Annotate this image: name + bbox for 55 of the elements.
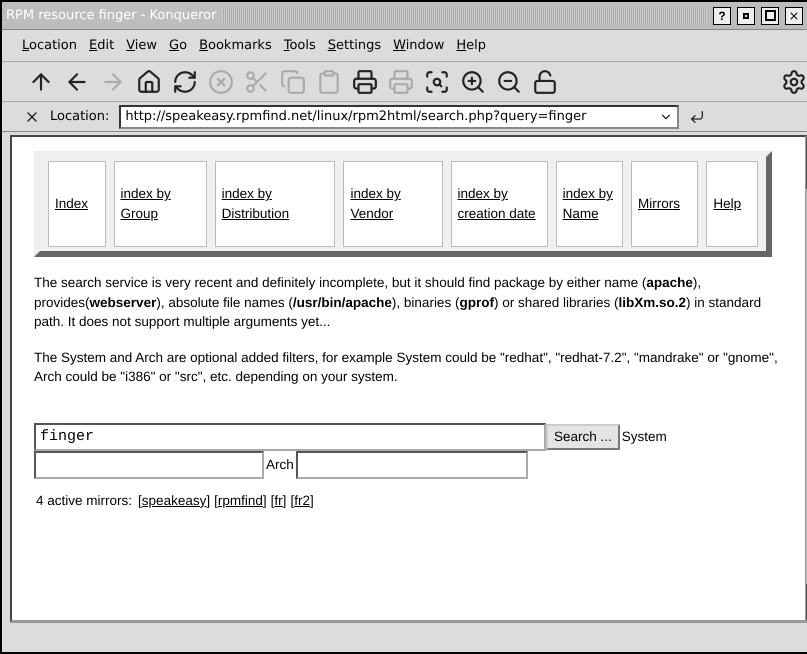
paragraph: The search service is very recent and definitely incomplete, but it should find package by either name (apache), provides(webserver), absolute file names (/usr/bin/apache), binaries (gprof) or shared libraries (libXm.so.2) in standard path. It does not support multiple arguments yet...	[34, 274, 762, 332]
bracket: ]	[282, 492, 286, 508]
mirror-link[interactable]: fr2	[294, 492, 310, 508]
system-field[interactable]	[34, 450, 264, 479]
zoomout-icon[interactable]	[496, 68, 522, 94]
menu-item[interactable]: Go	[169, 38, 188, 53]
url-field[interactable]: http://speakeasy.rpmfind.net/linux/rpm2html/search.php?query=finger	[119, 104, 680, 128]
arch-label: Arch	[265, 457, 295, 472]
search-button[interactable]: Search ...	[546, 424, 620, 450]
bracket: [	[270, 492, 274, 508]
bracket: [	[290, 492, 294, 508]
enter-icon[interactable]	[689, 108, 706, 124]
zoomin-icon[interactable]	[460, 68, 486, 94]
nav-link[interactable]: index by Name	[562, 184, 616, 224]
system-label: System	[620, 429, 668, 444]
help-button[interactable]: ?	[713, 6, 731, 24]
mirror-link[interactable]: speakeasy	[142, 492, 206, 508]
nav-link[interactable]: Help	[713, 194, 742, 214]
gear-icon	[781, 68, 807, 94]
nav-link[interactable]: Mirrors	[638, 194, 680, 214]
menu-item[interactable]: Bookmarks	[199, 38, 272, 53]
maximize-button[interactable]	[761, 6, 779, 24]
paragraph: The System and Arch are optional added filters, for example System could be "redhat", "redhat-7.2", "mandrake" or "gnome", Arch could be "i386" or "src", etc. depending on your system.	[34, 348, 779, 386]
bracket: [	[138, 492, 142, 508]
minimize-button[interactable]	[737, 6, 755, 24]
close-button[interactable]	[785, 6, 803, 24]
nav-link[interactable]: Index	[55, 194, 88, 214]
bracket: ]	[310, 492, 314, 508]
nav-link[interactable]: index by Group	[120, 184, 200, 224]
bracket: [	[214, 492, 218, 508]
lock-icon[interactable]	[532, 68, 558, 94]
menu-item[interactable]: Edit	[89, 38, 114, 53]
window-title: RPM resource finger - Konqueror	[6, 8, 216, 23]
nav-link[interactable]: index by Vendor	[350, 184, 436, 224]
menu-item[interactable]: Tools	[284, 38, 316, 53]
mirrors-label: 4 active mirrors:	[35, 492, 134, 508]
menu-item[interactable]: Help	[456, 38, 486, 53]
find-icon[interactable]	[424, 68, 450, 94]
print-icon[interactable]	[352, 68, 378, 94]
menu-item[interactable]: Settings	[328, 38, 382, 53]
menu-item[interactable]: Window	[393, 38, 444, 53]
nav-link[interactable]: index by creation date	[458, 184, 541, 224]
menu-item[interactable]: View	[126, 38, 158, 53]
arch-field[interactable]	[296, 450, 528, 479]
reload-icon[interactable]	[172, 68, 198, 94]
mirror-link[interactable]: rpmfind	[218, 492, 263, 508]
bracket: ]	[206, 492, 210, 508]
close-icon	[788, 10, 800, 22]
menu-item[interactable]: Location	[22, 38, 77, 53]
home-icon[interactable]	[136, 68, 162, 94]
location-label: Location:	[50, 109, 110, 124]
search-field[interactable]: finger	[34, 422, 546, 451]
nav-link[interactable]: index by Distribution	[222, 184, 328, 224]
bracket: ]	[262, 492, 267, 508]
mirror-link[interactable]: fr	[274, 492, 283, 508]
